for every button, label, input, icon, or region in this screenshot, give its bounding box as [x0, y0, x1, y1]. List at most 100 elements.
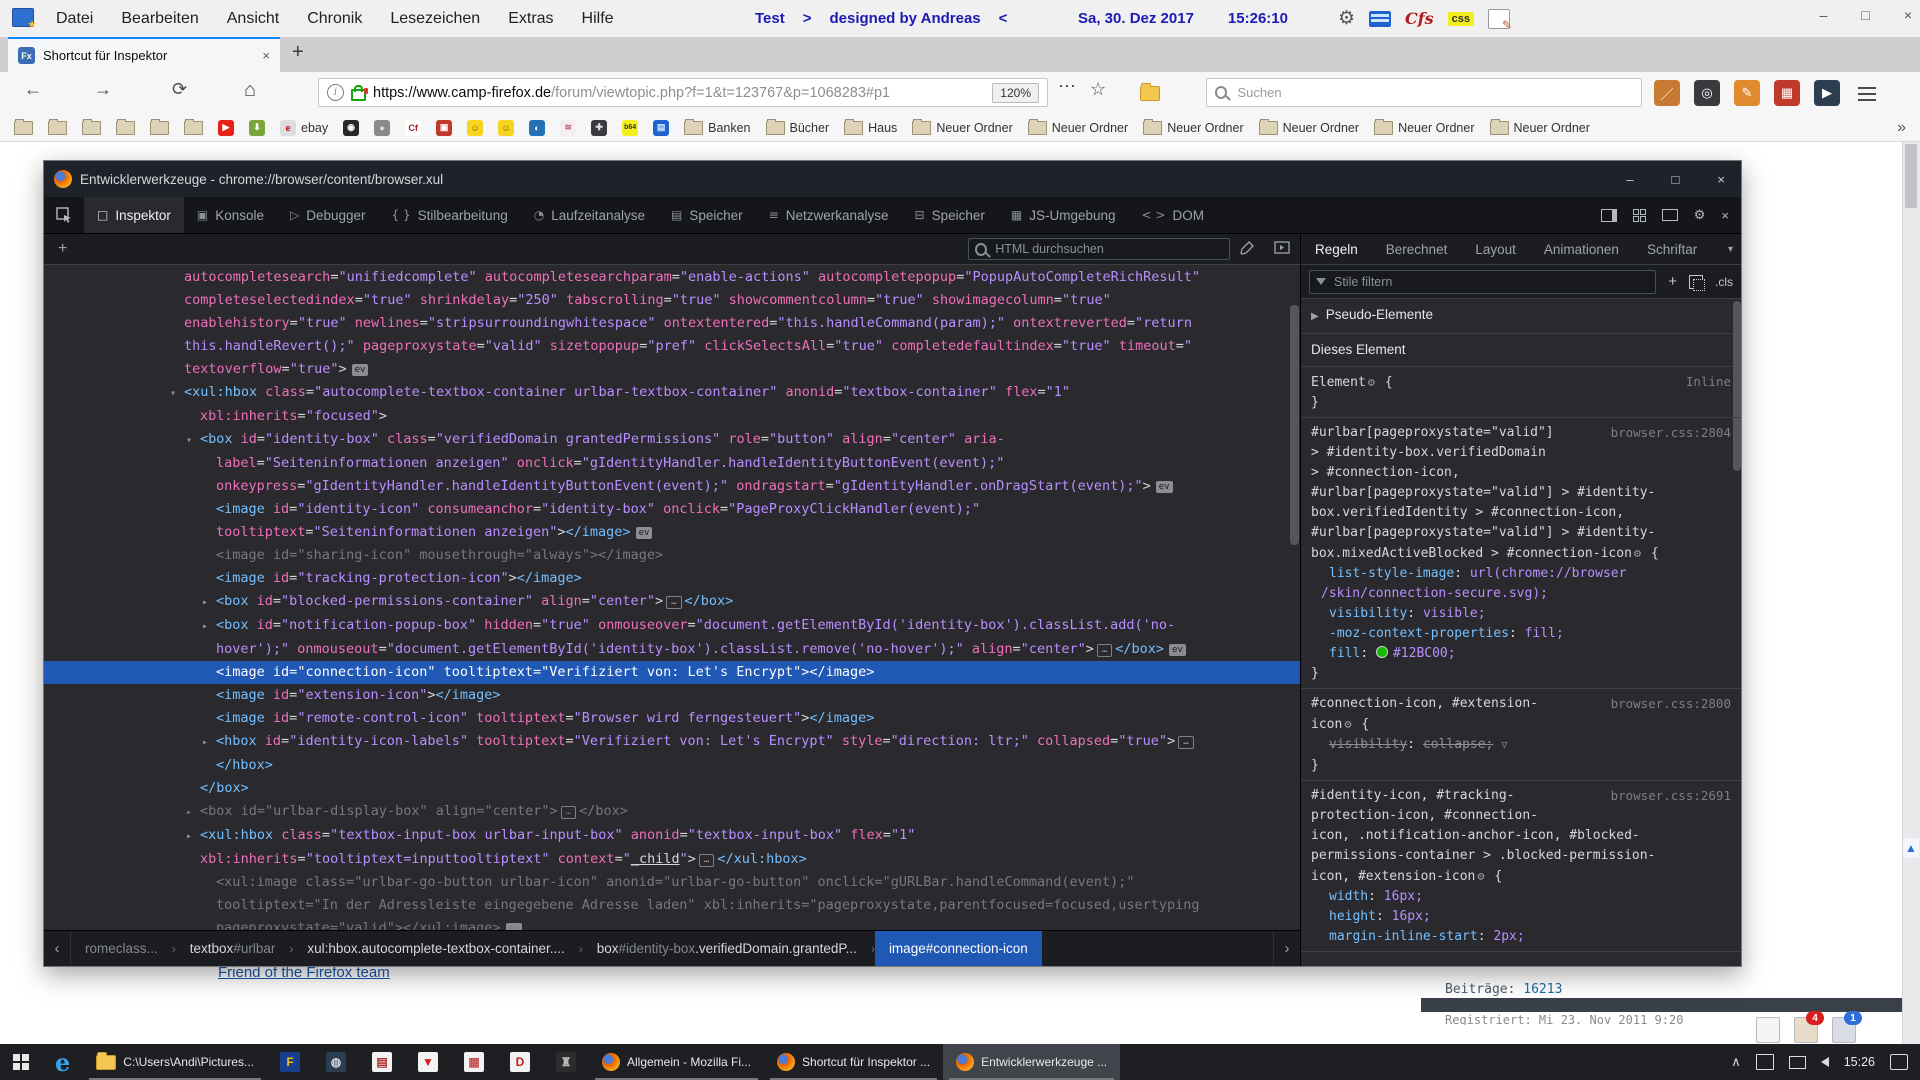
url-text[interactable]: https://www.camp-firefox.de/forum/viewto… [373, 85, 985, 101]
breadcrumb-item[interactable]: textbox#urlbar [176, 931, 290, 966]
page-info-icon[interactable]: i [327, 84, 344, 101]
devtools-tab-speicher[interactable]: ▤Speicher [658, 197, 756, 233]
menu-item-hilfe[interactable]: Hilfe [570, 6, 626, 32]
back-button[interactable]: ← [24, 79, 42, 100]
bookmark-item[interactable] [150, 121, 169, 135]
markup-line[interactable]: tooltiptext="In der Adressleiste eingege… [44, 894, 1300, 917]
markup-line[interactable]: xbl:inherits="focused"> [44, 405, 1300, 428]
new-tab-button[interactable]: + [292, 41, 304, 64]
devtools-tab-laufzeitanalyse[interactable]: ◔Laufzeitanalyse [521, 197, 658, 233]
event-badge[interactable]: ev [1169, 644, 1186, 656]
markup-line[interactable]: pageproxystate="valid"></xul:image>ev [44, 917, 1300, 930]
pinned-d-app[interactable]: D [497, 1044, 543, 1080]
css-declaration[interactable]: visibility: collapse;▽ [1311, 735, 1731, 756]
rule-source-link[interactable]: browser.css:2691 [1611, 786, 1731, 806]
bookmark-item[interactable]: b64 [622, 120, 638, 136]
search-input[interactable] [1235, 84, 1633, 101]
bookmark-item[interactable]: ▣ [436, 120, 452, 136]
sidebar-tab-animationen[interactable]: Animationen [1530, 242, 1633, 257]
markup-line[interactable]: hover');" onmouseout="document.getElemen… [44, 638, 1300, 661]
markup-line[interactable]: <image id="sharing-icon" mousethrough="a… [44, 544, 1300, 567]
notification-center-icon[interactable] [1890, 1054, 1908, 1070]
twisty-icon[interactable]: ▸ [202, 731, 216, 754]
bookmark-item[interactable]: ◐ [529, 120, 545, 136]
pictures-folder-button[interactable]: C:\Users\Andi\Pictures... [83, 1044, 267, 1080]
secure-lock-icon[interactable] [351, 89, 366, 101]
bookmark-item[interactable]: ☺ [467, 120, 483, 136]
pinned-notes-app[interactable]: ▦ [451, 1044, 497, 1080]
devtools-tab-netzwerkanalyse[interactable]: ≡Netzwerkanalyse [756, 197, 902, 233]
page-actions-icon[interactable]: ⋯ [1058, 76, 1076, 97]
markup-line[interactable]: tooltiptext="Seiteninformationen anzeige… [44, 521, 1300, 544]
display-icon[interactable] [1789, 1056, 1806, 1069]
markup-line[interactable]: </hbox> [44, 754, 1300, 777]
pseudo-class-panel-icon[interactable] [1689, 275, 1703, 289]
twisty-icon[interactable]: ▸ [186, 825, 200, 848]
event-badge[interactable]: ev [352, 364, 369, 376]
campfirefox-logo-icon[interactable]: Cfs [1405, 9, 1434, 28]
document-icon[interactable] [1756, 1017, 1780, 1043]
gear-icon[interactable]: ⚙ [1338, 7, 1355, 30]
markup-line[interactable]: <image id="extension-icon"></image> [44, 684, 1300, 707]
css-declaration[interactable]: fill: #12BC00; [1311, 644, 1731, 664]
overridden-filter-icon[interactable]: ▽ [1501, 736, 1507, 756]
markup-line[interactable]: ▸<box id="urlbar-display-box" align="cen… [44, 800, 1300, 824]
breadcrumb-item[interactable]: image#connection-icon [875, 931, 1042, 966]
markup-line[interactable]: ▾<box id="identity-box" class="verifiedD… [44, 428, 1300, 452]
sidebar-tab-regeln[interactable]: Regeln [1301, 242, 1372, 257]
devtools-tab-js-umgebung[interactable]: ▦JS-Umgebung [998, 197, 1129, 233]
devtools-titlebar[interactable]: Entwicklerwerkzeuge - chrome://browser/c… [44, 161, 1741, 197]
devtools-maximize-button[interactable]: □ [1672, 172, 1680, 187]
event-badge[interactable]: ev [506, 923, 523, 930]
minimize-button[interactable]: – [1820, 7, 1828, 23]
rules-view[interactable]: ▶Pseudo-ElementeDieses ElementInlineElem… [1301, 299, 1741, 966]
color-swatch[interactable] [1376, 646, 1388, 658]
markup-line[interactable]: ▾<xul:hbox class="autocomplete-textbox-c… [44, 381, 1300, 405]
sidebar-tab-berechnet[interactable]: Berechnet [1372, 242, 1462, 257]
markup-line[interactable]: onkeypress="gIdentityHandler.handleIdent… [44, 475, 1300, 498]
rings-icon[interactable]: ◎ [1694, 80, 1720, 106]
bookmarks-overflow-chevron[interactable]: » [1897, 119, 1906, 137]
app-icon-blue-badge[interactable]: 1 [1832, 1017, 1856, 1043]
taskbar-window-button[interactable]: Entwicklerwerkzeuge ... [943, 1044, 1120, 1080]
bookmark-item[interactable] [48, 121, 67, 135]
markup-line[interactable]: textoverflow="true">ev [44, 358, 1300, 381]
bookmark-item[interactable]: Bücher [766, 121, 830, 135]
markup-line[interactable]: ▸<hbox id="identity-icon-labels" tooltip… [44, 730, 1300, 754]
forward-button[interactable]: → [94, 79, 112, 100]
css-declaration[interactable]: height: 16px; [1311, 907, 1731, 927]
bookmark-item[interactable]: Neuer Ordner [1374, 121, 1474, 135]
bookmark-item[interactable]: ≋ [560, 120, 576, 136]
bookmarks-folder-icon[interactable] [1140, 86, 1160, 101]
devtools-close-button[interactable]: × [1717, 172, 1725, 187]
toolbox-grid-icon[interactable] [1633, 209, 1646, 222]
pinned-book-app[interactable]: ▤ [359, 1044, 405, 1080]
twisty-icon[interactable]: ▸ [202, 615, 216, 638]
bookmark-item[interactable]: Neuer Ordner [1490, 121, 1590, 135]
tab-close-icon[interactable]: × [262, 48, 270, 63]
sidebar-tab-schriftar[interactable]: Schriftar [1633, 242, 1711, 257]
collapsed-content-icon[interactable]: … [561, 806, 576, 819]
bookmark-item[interactable]: Haus [844, 121, 897, 135]
css-declaration[interactable]: -moz-context-properties: fill; [1311, 624, 1731, 644]
css-declaration[interactable]: visibility: visible; [1311, 604, 1731, 624]
pinned-robot-app[interactable]: ♜ [543, 1044, 589, 1080]
rule-gear-icon[interactable]: ⚙ [1368, 375, 1375, 389]
devtools-tab-konsole[interactable]: ▣Konsole [184, 197, 277, 233]
page-scrollbar[interactable] [1902, 142, 1920, 1044]
pinned-shell-app[interactable]: ◍ [313, 1044, 359, 1080]
start-button[interactable] [0, 1044, 42, 1080]
event-badge[interactable]: ev [636, 527, 653, 539]
reload-button[interactable]: ⟳ [172, 79, 187, 100]
close-button[interactable]: × [1904, 7, 1912, 23]
taskbar-window-button[interactable]: Shortcut für Inspektor ... [764, 1044, 943, 1080]
search-bar[interactable] [1206, 78, 1642, 107]
markup-line[interactable]: ▸<box id="notification-popup-box" hidden… [44, 614, 1300, 638]
markup-line[interactable]: completeselectedindex="true" shrinkdelay… [44, 289, 1300, 312]
css-declaration[interactable]: margin-inline-start: 2px; [1311, 927, 1731, 947]
twisty-icon[interactable]: ▾ [186, 429, 200, 452]
bookmark-item[interactable] [14, 121, 33, 135]
event-badge[interactable]: ev [1156, 481, 1173, 493]
devtools-tab-speicher[interactable]: ⊟Speicher [902, 197, 998, 233]
maximize-button[interactable]: □ [1861, 7, 1869, 23]
